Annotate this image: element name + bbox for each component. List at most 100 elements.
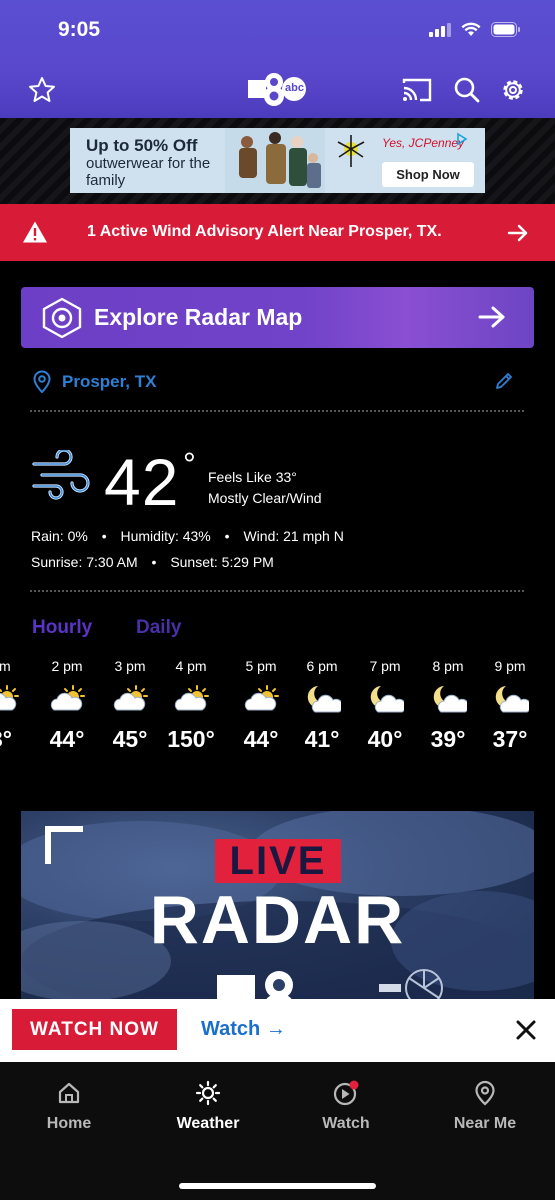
wind-weather-icon <box>32 450 90 500</box>
status-time: 9:05 <box>58 18 101 41</box>
home-indicator <box>179 1183 376 1189</box>
watch-now-bar: WATCH NOW Watch → <box>0 999 555 1062</box>
location-name: Prosper, TX <box>62 372 157 391</box>
ad-shop-now-button[interactable]: Shop Now <box>382 162 474 187</box>
arrow-right-icon <box>478 306 505 328</box>
radar-button-label: Explore Radar Map <box>94 304 303 330</box>
hourly-temp: 45° <box>112 726 148 752</box>
wfaa-8-logo <box>217 971 293 1001</box>
partly-cloudy-night-icon <box>290 678 354 720</box>
ad-brand: Yes, JCPenney <box>382 136 465 150</box>
battery-icon <box>491 22 520 37</box>
hourly-item: 2 pm 44° <box>35 658 99 753</box>
star-icon <box>29 77 55 102</box>
nav-home[interactable]: Home <box>9 1080 129 1133</box>
hourly-temp: 41° <box>304 726 340 752</box>
windmill-icon <box>379 969 443 1001</box>
gear-icon <box>503 80 523 100</box>
close-icon[interactable] <box>515 1019 537 1041</box>
hourly-time: 3 pm <box>114 658 146 674</box>
ad-headline: Up to 50% Off <box>86 136 198 155</box>
partly-cloudy-night-icon <box>416 678 480 720</box>
alert-text: 1 Active Wind Advisory Alert Near Prospe… <box>87 223 442 240</box>
hourly-item: 3 pm 45° <box>98 658 162 753</box>
bottom-tab-bar: Home Weather Watch Near Me <box>0 1062 555 1200</box>
partly-cloudy-day-icon <box>35 678 99 720</box>
sunset: Sunset: 5:29 PM <box>170 554 274 570</box>
corner-bracket-icon <box>45 826 83 864</box>
cast-icon <box>402 78 432 102</box>
radar-target-icon <box>42 297 82 339</box>
partly-cloudy-night-icon <box>478 678 542 720</box>
ad-palm-icon <box>337 135 365 167</box>
hourly-time: 2 pm <box>51 658 83 674</box>
partly-cloudy-day-icon <box>229 678 293 720</box>
current-condition: Mostly Clear/Wind <box>208 490 322 506</box>
explore-radar-map-button[interactable]: Explore Radar Map <box>21 287 534 348</box>
watch-now-badge[interactable]: WATCH NOW <box>12 1009 177 1050</box>
live-label: LIVE <box>215 839 341 883</box>
tab-daily[interactable]: Daily <box>136 617 181 639</box>
location-pin-icon <box>475 1080 495 1106</box>
weather-stats-row: Rain: 0% • Humidity: 43% • Wind: 21 mph … <box>31 528 344 544</box>
hourly-temp: 39° <box>430 726 466 752</box>
weather-alert-banner[interactable]: 1 Active Wind Advisory Alert Near Prospe… <box>0 204 555 261</box>
nav-weather-label: Weather <box>176 1115 240 1132</box>
home-icon <box>58 1082 80 1104</box>
radar-title: RADAR <box>149 882 406 958</box>
hourly-item: pm 3° <box>0 658 33 753</box>
sun-icon <box>195 1080 221 1106</box>
ad-banner-area: Up to 50% Off outwerwear for the family … <box>0 118 555 204</box>
hourly-time: 4 pm <box>175 658 207 674</box>
wfaa-8-abc-logo: abc <box>246 71 308 107</box>
watch-link[interactable]: Watch → <box>201 1018 286 1041</box>
nav-near-me[interactable]: Near Me <box>425 1080 545 1133</box>
status-icons <box>429 22 521 37</box>
sunrise: Sunrise: 7:30 AM <box>31 554 138 570</box>
nav-watch-label: Watch <box>322 1115 370 1132</box>
live-radar-banner[interactable]: LIVE RADAR <box>21 811 534 1001</box>
ad-banner[interactable]: Up to 50% Off outwerwear for the family … <box>70 128 485 193</box>
hourly-time: 8 pm <box>432 658 464 674</box>
partly-cloudy-day-icon <box>98 678 162 720</box>
settings-button[interactable] <box>495 72 531 108</box>
hourly-temp: 150° <box>167 726 215 752</box>
hourly-time: 7 pm <box>369 658 401 674</box>
humidity: Humidity: 43% <box>120 528 211 544</box>
location-pin-icon <box>33 370 51 394</box>
current-temperature: 42 <box>104 445 180 519</box>
edit-pencil-icon[interactable] <box>494 371 514 391</box>
hourly-time: pm <box>0 658 11 674</box>
nav-weather[interactable]: Weather <box>148 1080 268 1133</box>
wind: Wind: 21 mph N <box>243 528 344 544</box>
hourly-item: 4 pm 150° <box>159 658 223 753</box>
location-row[interactable]: Prosper, TX <box>30 368 524 396</box>
separator-dot: • <box>101 528 107 544</box>
hourly-item: 8 pm 39° <box>416 658 480 753</box>
favorite-star-button[interactable] <box>24 72 60 108</box>
wifi-icon <box>461 22 481 36</box>
hourly-forecast-strip[interactable]: pm 3° 2 pm 44° 3 pm 45° 4 pm 150° 5 pm 44° 6 pm 41°… <box>0 658 555 770</box>
hourly-time: 9 pm <box>494 658 526 674</box>
sun-times-row: Sunrise: 7:30 AM • Sunset: 5:29 PM <box>31 554 274 570</box>
hourly-temp: 44° <box>49 726 85 752</box>
app-header: 9:05 abc <box>0 0 555 118</box>
hourly-temp: 40° <box>367 726 403 752</box>
warning-icon <box>23 221 47 243</box>
ad-choices-icon[interactable] <box>455 132 469 146</box>
partly-cloudy-day-icon <box>159 678 223 720</box>
tab-hourly[interactable]: Hourly <box>32 617 92 639</box>
partly-cloudy-night-icon <box>353 678 417 720</box>
hourly-temp: 44° <box>243 726 279 752</box>
arrow-right-icon <box>507 224 528 242</box>
hourly-item: 9 pm 37° <box>478 658 542 753</box>
rain-chance: Rain: 0% <box>31 528 88 544</box>
nav-watch[interactable]: Watch <box>286 1080 406 1133</box>
cellular-signal-icon <box>429 22 451 37</box>
nav-near-me-label: Near Me <box>453 1115 517 1132</box>
cast-button[interactable] <box>399 72 435 108</box>
degree-symbol: ° <box>183 446 196 482</box>
search-button[interactable] <box>449 72 485 108</box>
nav-home-label: Home <box>46 1115 92 1132</box>
search-icon <box>454 77 480 103</box>
